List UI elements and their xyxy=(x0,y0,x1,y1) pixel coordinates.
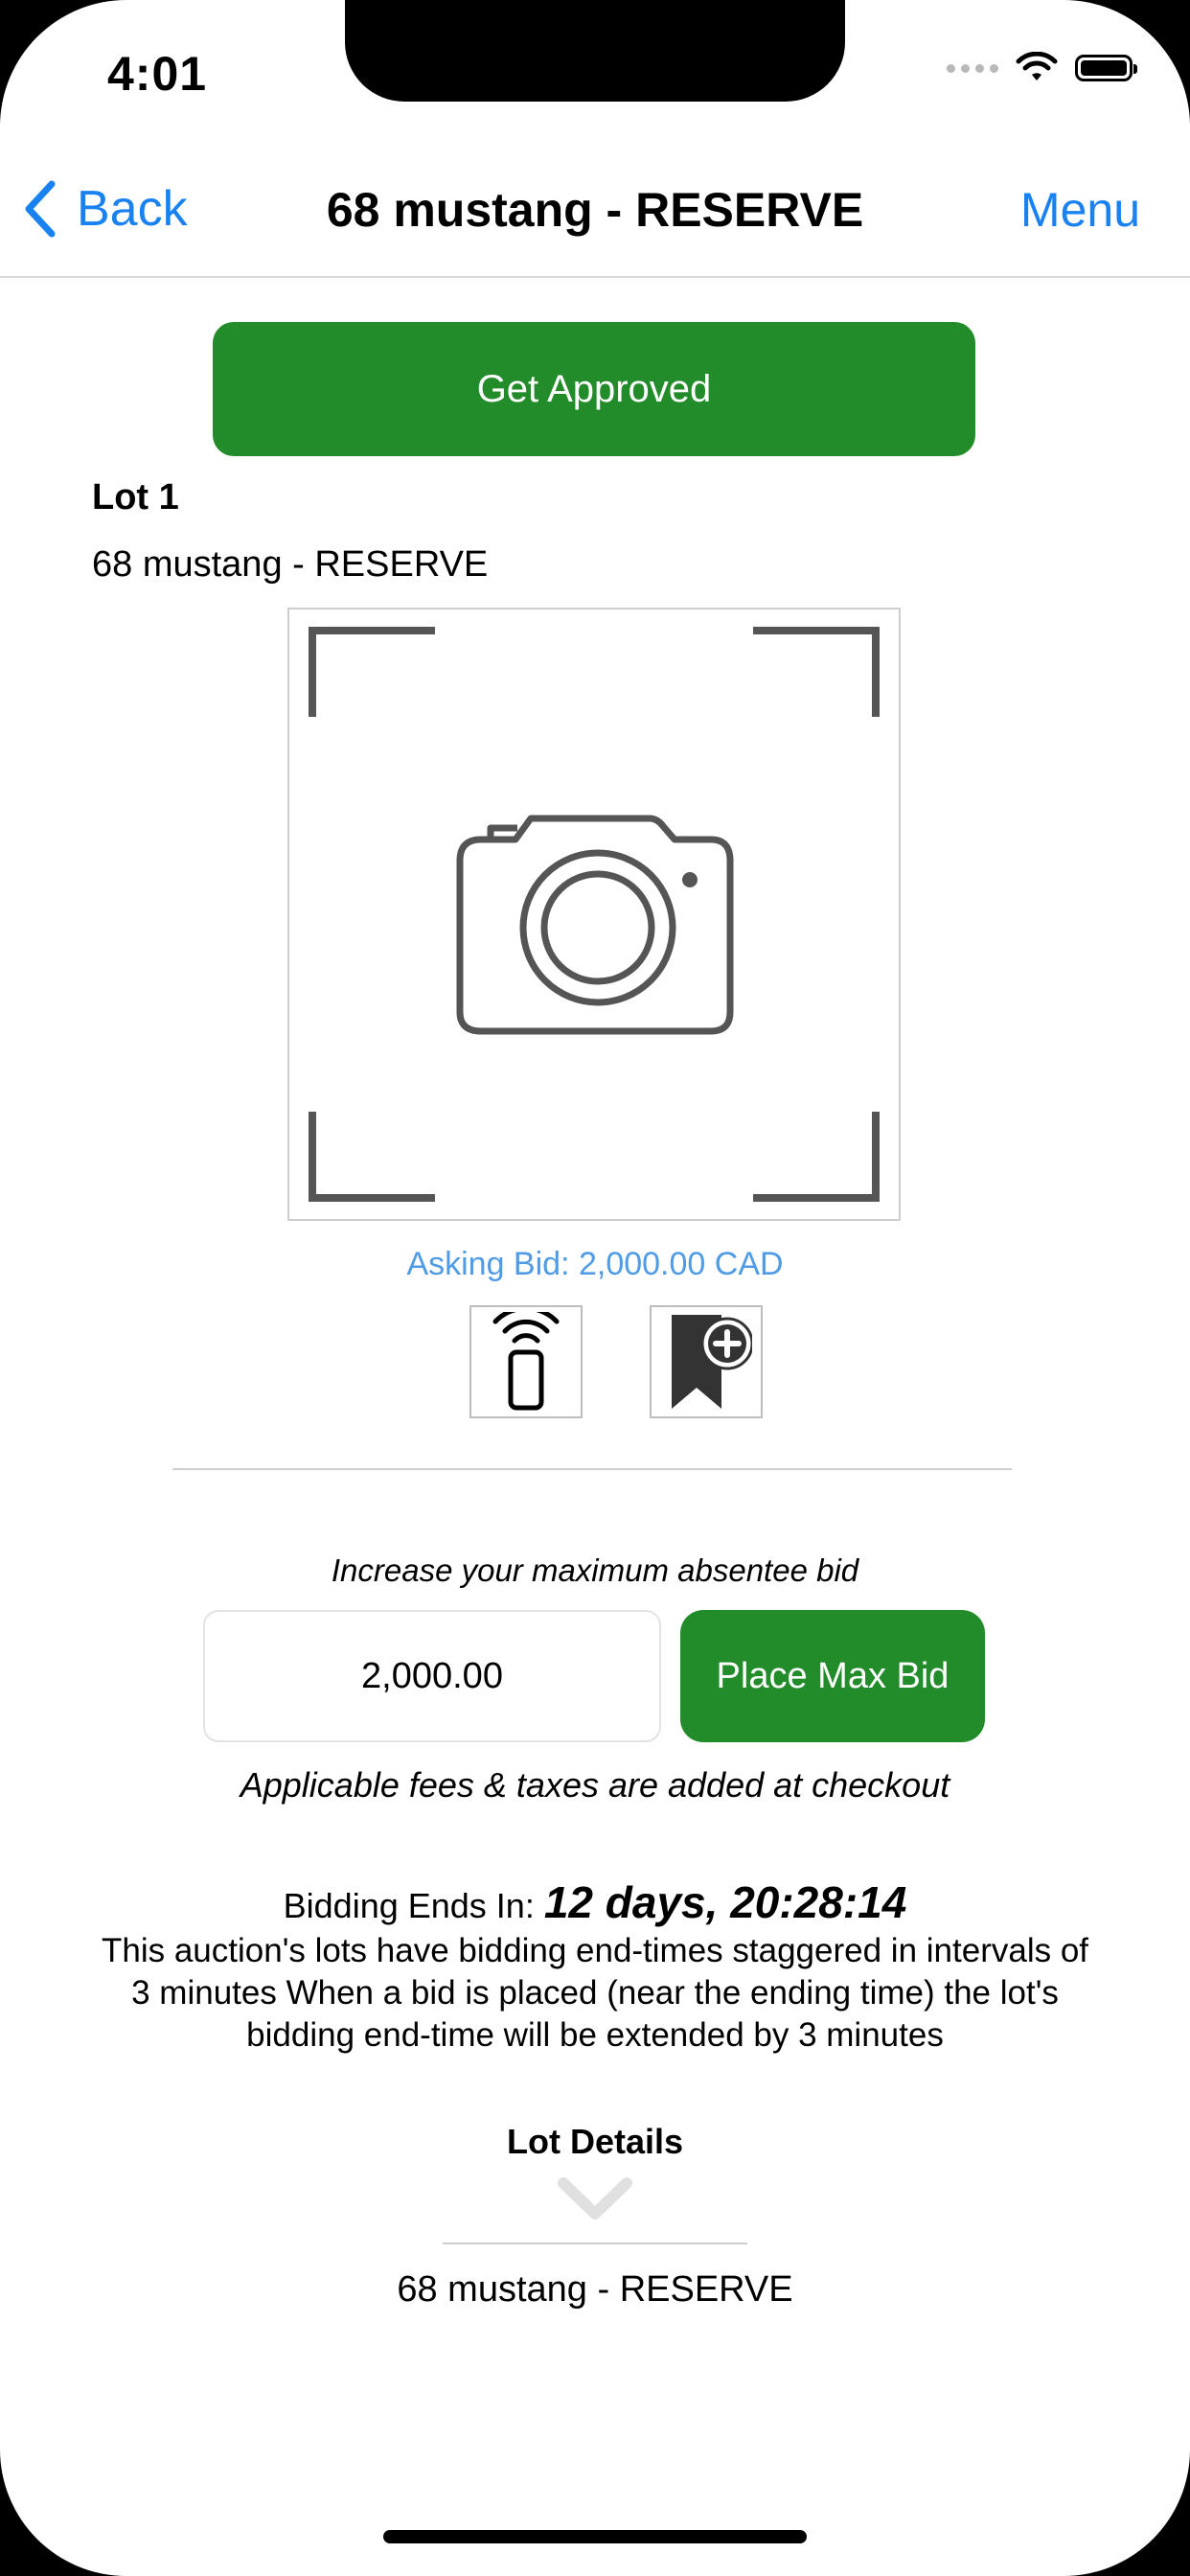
signal-icon xyxy=(947,63,998,73)
lot-name: 68 mustang - RESERVE xyxy=(92,544,489,585)
status-icons xyxy=(947,52,1137,84)
lot-photo-placeholder[interactable] xyxy=(287,608,901,1221)
bidding-countdown: 12 days, 20:28:14 xyxy=(543,1877,907,1927)
section-divider xyxy=(172,1468,1012,1470)
bidding-ends-description: This auction's lots have bidding end-tim… xyxy=(101,1932,1089,2054)
get-approved-button[interactable]: Get Approved xyxy=(213,322,975,456)
remote-bid-button[interactable] xyxy=(469,1305,583,1418)
battery-icon xyxy=(1075,55,1137,81)
chevron-down-icon xyxy=(558,2177,632,2220)
bookmark-add-icon xyxy=(672,1315,752,1409)
camera-placeholder-icon xyxy=(309,627,880,1202)
bidding-ends: Bidding Ends In: 12 days, 20:28:14 xyxy=(0,1876,1190,1928)
device-notch xyxy=(345,0,845,102)
fees-note: Applicable fees & taxes are added at che… xyxy=(240,1765,950,1805)
max-bid-input[interactable] xyxy=(203,1610,661,1742)
wifi-icon xyxy=(1016,52,1058,80)
lot-details-heading: Lot Details xyxy=(506,2122,684,2161)
remote-bid-icon xyxy=(492,1312,560,1411)
place-max-bid-button[interactable]: Place Max Bid xyxy=(680,1610,985,1742)
expand-details-button[interactable] xyxy=(558,2175,632,2226)
app-screen: 4:01 Back 68 mustang - RESERVE Menu Get … xyxy=(0,0,1190,2576)
page-title: 68 mustang - RESERVE xyxy=(326,183,864,237)
home-indicator[interactable] xyxy=(383,2530,807,2543)
increase-bid-prompt: Increase your maximum absentee bid xyxy=(331,1552,859,1588)
menu-button[interactable]: Menu xyxy=(1020,182,1140,238)
lot-number: Lot 1 xyxy=(92,477,179,518)
lot-details-text: 68 mustang - RESERVE xyxy=(397,2269,793,2310)
bidding-ends-label: Bidding Ends In: xyxy=(283,1886,535,1925)
add-to-watchlist-button[interactable] xyxy=(650,1305,763,1418)
navigation-bar: Back 68 mustang - RESERVE Menu xyxy=(0,153,1190,278)
details-divider xyxy=(443,2242,747,2244)
status-time: 4:01 xyxy=(107,47,208,101)
asking-bid: Asking Bid: 2,000.00 CAD xyxy=(406,1246,784,1282)
